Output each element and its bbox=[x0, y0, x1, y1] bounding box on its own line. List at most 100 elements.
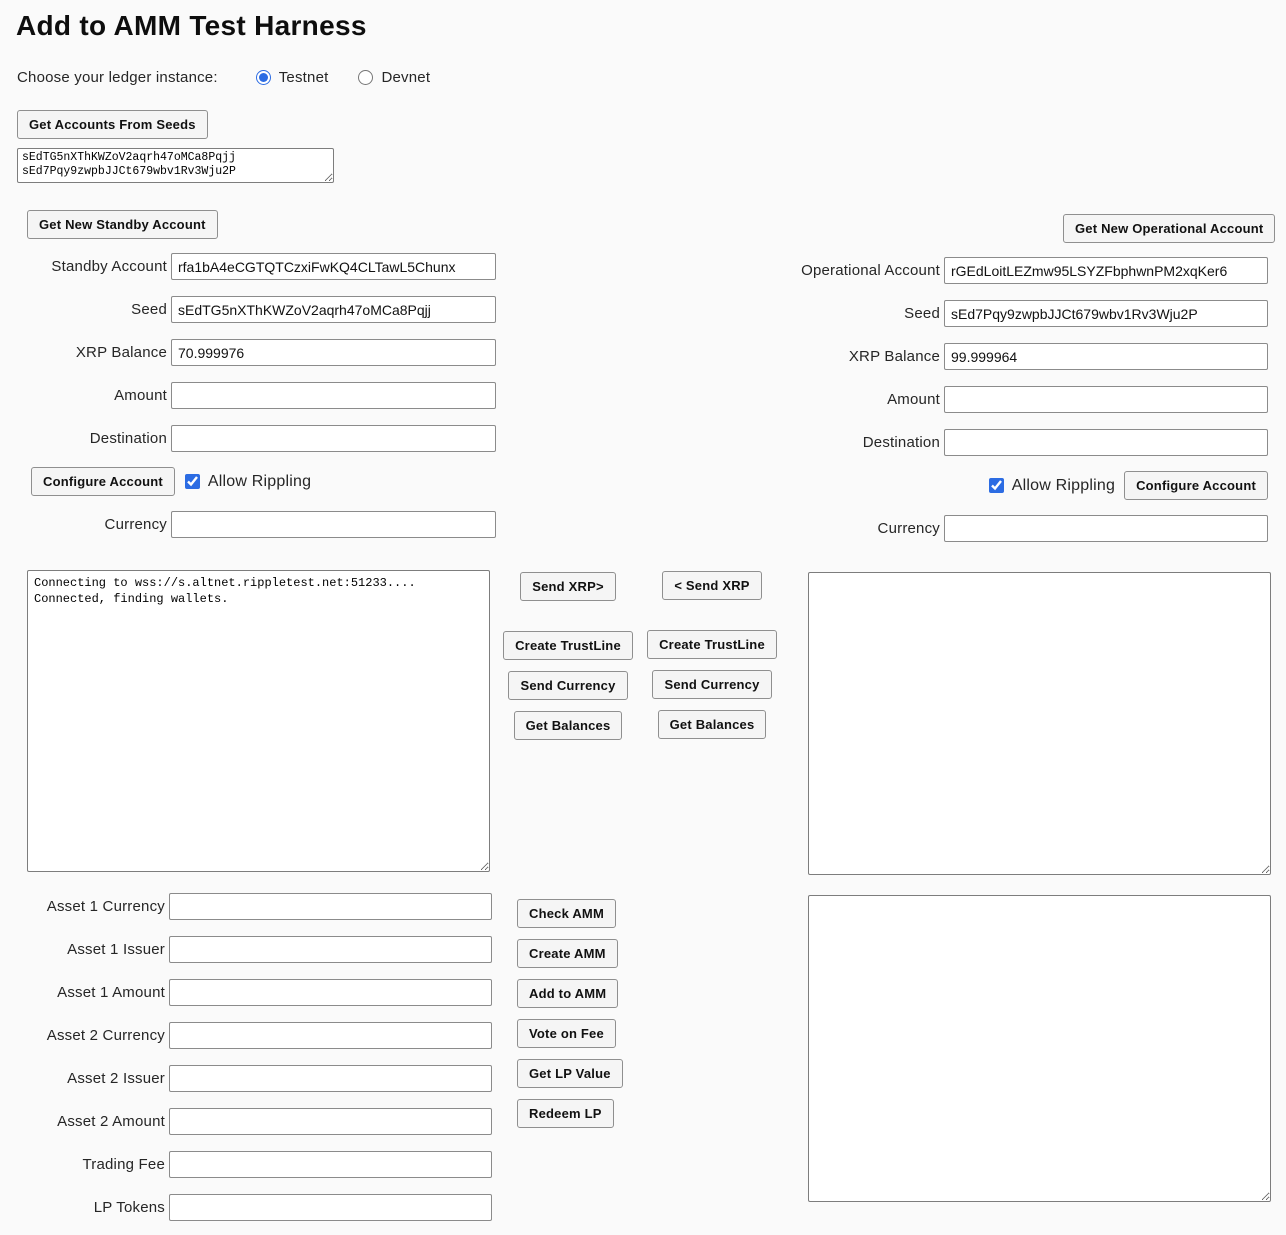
standby-account-input[interactable] bbox=[171, 253, 496, 280]
operational-xrp-balance-input[interactable] bbox=[944, 343, 1268, 370]
asset2-currency-input[interactable] bbox=[169, 1022, 492, 1049]
lp-tokens-input[interactable] bbox=[169, 1194, 492, 1221]
asset1-currency-row: Asset 1 Currency bbox=[0, 893, 492, 920]
standby-to-operational-buttons: Send XRP> Create TrustLine Send Currency… bbox=[502, 572, 634, 740]
operational-account-input[interactable] bbox=[944, 257, 1268, 284]
standby-amount-row: Amount bbox=[0, 382, 496, 409]
standby-seed-label: Seed bbox=[0, 301, 171, 318]
trading-fee-row: Trading Fee bbox=[0, 1151, 492, 1178]
operational-allow-rippling-label: Allow Rippling bbox=[1012, 477, 1115, 495]
devnet-radio[interactable] bbox=[358, 70, 373, 85]
operational-account-label: Operational Account bbox=[616, 262, 944, 279]
amm-test-harness-page: Add to AMM Test Harness Choose your ledg… bbox=[0, 0, 1286, 1235]
operational-seed-label: Seed bbox=[616, 305, 944, 322]
amm-results-textarea[interactable] bbox=[808, 895, 1271, 1202]
standby-send-currency-button[interactable]: Send Currency bbox=[508, 671, 627, 700]
add-to-amm-button[interactable]: Add to AMM bbox=[517, 979, 618, 1008]
operational-destination-input[interactable] bbox=[944, 429, 1268, 456]
asset1-currency-input[interactable] bbox=[169, 893, 492, 920]
testnet-radio-label: Testnet bbox=[279, 69, 329, 86]
standby-xrp-balance-label: XRP Balance bbox=[0, 344, 171, 361]
standby-destination-label: Destination bbox=[0, 430, 171, 447]
check-amm-button[interactable]: Check AMM bbox=[517, 899, 616, 928]
operational-amount-row: Amount bbox=[616, 386, 1268, 413]
standby-allow-rippling-label: Allow Rippling bbox=[208, 473, 311, 491]
operational-destination-row: Destination bbox=[616, 429, 1268, 456]
get-lp-value-button[interactable]: Get LP Value bbox=[517, 1059, 623, 1088]
operational-destination-label: Destination bbox=[616, 434, 944, 451]
operational-send-currency-button[interactable]: Send Currency bbox=[652, 670, 771, 699]
asset1-issuer-input[interactable] bbox=[169, 936, 492, 963]
standby-xrp-balance-input[interactable] bbox=[171, 339, 496, 366]
operational-amount-input[interactable] bbox=[944, 386, 1268, 413]
standby-get-balances-button[interactable]: Get Balances bbox=[514, 711, 623, 740]
asset2-issuer-label: Asset 2 Issuer bbox=[0, 1070, 169, 1087]
asset1-amount-label: Asset 1 Amount bbox=[0, 984, 169, 1001]
standby-destination-input[interactable] bbox=[171, 425, 496, 452]
send-xrp-to-standby-button[interactable]: < Send XRP bbox=[662, 571, 761, 600]
asset2-amount-row: Asset 2 Amount bbox=[0, 1108, 492, 1135]
operational-xrp-balance-label: XRP Balance bbox=[616, 348, 944, 365]
operational-allow-rippling-checkbox[interactable] bbox=[989, 478, 1004, 493]
asset1-issuer-row: Asset 1 Issuer bbox=[0, 936, 492, 963]
seeds-textarea[interactable]: sEdTG5nXThKWZoV2aqrh47oMCa8Pqjj sEd7Pqy9… bbox=[17, 148, 334, 183]
asset2-amount-label: Asset 2 Amount bbox=[0, 1113, 169, 1130]
get-new-standby-account-button[interactable]: Get New Standby Account bbox=[27, 210, 218, 239]
ledger-chooser-label: Choose your ledger instance: bbox=[17, 69, 218, 86]
standby-amount-label: Amount bbox=[0, 387, 171, 404]
testnet-radio[interactable] bbox=[256, 70, 271, 85]
asset2-amount-input[interactable] bbox=[169, 1108, 492, 1135]
operational-configure-account-button[interactable]: Configure Account bbox=[1124, 471, 1268, 500]
standby-amount-input[interactable] bbox=[171, 382, 496, 409]
standby-currency-label: Currency bbox=[0, 516, 171, 533]
page-title: Add to AMM Test Harness bbox=[16, 10, 367, 42]
operational-balance-row: XRP Balance bbox=[616, 343, 1268, 370]
standby-configure-account-button[interactable]: Configure Account bbox=[31, 467, 175, 496]
asset1-amount-input[interactable] bbox=[169, 979, 492, 1006]
operational-currency-row: Currency bbox=[616, 515, 1268, 542]
asset2-currency-row: Asset 2 Currency bbox=[0, 1022, 492, 1049]
trading-fee-input[interactable] bbox=[169, 1151, 492, 1178]
operational-account-row: Operational Account bbox=[616, 257, 1268, 284]
standby-account-row: Standby Account bbox=[0, 253, 496, 280]
standby-account-label: Standby Account bbox=[0, 258, 171, 275]
send-xrp-to-operational-button[interactable]: Send XRP> bbox=[520, 572, 616, 601]
lp-tokens-row: LP Tokens bbox=[0, 1194, 492, 1221]
operational-to-standby-buttons: < Send XRP Create TrustLine Send Currenc… bbox=[646, 571, 778, 739]
operational-currency-input[interactable] bbox=[944, 515, 1268, 542]
standby-create-trustline-button[interactable]: Create TrustLine bbox=[503, 631, 633, 660]
amm-buttons: Check AMM Create AMM Add to AMM Vote on … bbox=[517, 899, 623, 1128]
operational-seed-row: Seed bbox=[616, 300, 1268, 327]
asset1-issuer-label: Asset 1 Issuer bbox=[0, 941, 169, 958]
ledger-instance-chooser: Choose your ledger instance: Testnet Dev… bbox=[17, 66, 430, 88]
operational-configure-row: Allow Rippling Configure Account bbox=[616, 471, 1268, 500]
standby-configure-row: Configure Account Allow Rippling bbox=[31, 467, 311, 496]
asset1-currency-label: Asset 1 Currency bbox=[0, 898, 169, 915]
operational-results-textarea[interactable] bbox=[808, 572, 1271, 875]
asset1-amount-row: Asset 1 Amount bbox=[0, 979, 492, 1006]
asset2-issuer-row: Asset 2 Issuer bbox=[0, 1065, 492, 1092]
standby-allow-rippling-checkbox[interactable] bbox=[185, 474, 200, 489]
lp-tokens-label: LP Tokens bbox=[0, 1199, 169, 1216]
get-accounts-from-seeds-button[interactable]: Get Accounts From Seeds bbox=[17, 110, 208, 139]
vote-on-fee-button[interactable]: Vote on Fee bbox=[517, 1019, 616, 1048]
create-amm-button[interactable]: Create AMM bbox=[517, 939, 618, 968]
operational-create-trustline-button[interactable]: Create TrustLine bbox=[647, 630, 777, 659]
standby-currency-row: Currency bbox=[0, 511, 496, 538]
operational-currency-label: Currency bbox=[616, 520, 944, 537]
standby-currency-input[interactable] bbox=[171, 511, 496, 538]
devnet-radio-label: Devnet bbox=[381, 69, 430, 86]
asset2-currency-label: Asset 2 Currency bbox=[0, 1027, 169, 1044]
standby-balance-row: XRP Balance bbox=[0, 339, 496, 366]
standby-destination-row: Destination bbox=[0, 425, 496, 452]
standby-seed-input[interactable] bbox=[171, 296, 496, 323]
asset2-issuer-input[interactable] bbox=[169, 1065, 492, 1092]
standby-results-textarea[interactable]: Connecting to wss://s.altnet.rippletest.… bbox=[27, 570, 490, 872]
operational-amount-label: Amount bbox=[616, 391, 944, 408]
redeem-lp-button[interactable]: Redeem LP bbox=[517, 1099, 614, 1128]
operational-seed-input[interactable] bbox=[944, 300, 1268, 327]
operational-get-balances-button[interactable]: Get Balances bbox=[658, 710, 767, 739]
standby-seed-row: Seed bbox=[0, 296, 496, 323]
trading-fee-label: Trading Fee bbox=[0, 1156, 169, 1173]
get-new-operational-account-button[interactable]: Get New Operational Account bbox=[1063, 214, 1275, 243]
